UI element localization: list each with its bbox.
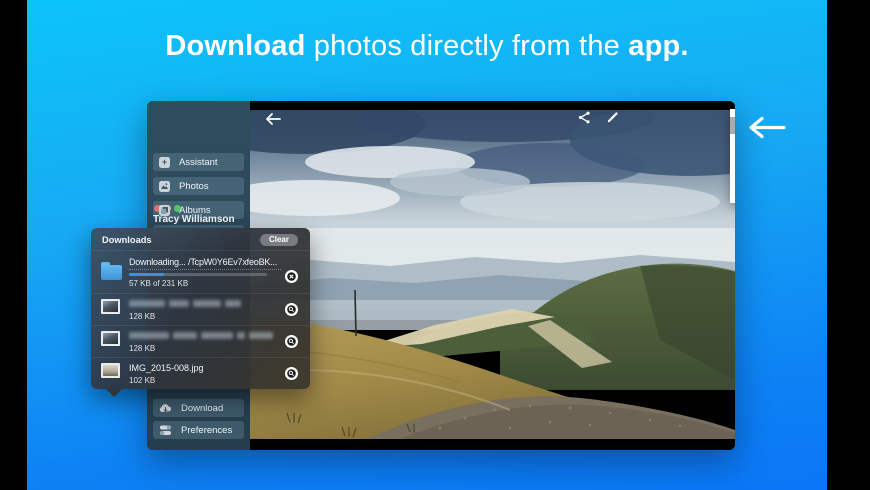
- reveal-in-finder-button[interactable]: [285, 335, 298, 348]
- title-regular: photos directly from the: [305, 30, 629, 62]
- cancel-x-icon: [287, 272, 296, 281]
- sidebar-item-assistant[interactable]: + Assistant: [153, 153, 244, 171]
- magnifier-icon: [287, 305, 296, 314]
- downloads-header: Downloads Clear: [91, 228, 310, 250]
- progress-fill: [129, 273, 164, 276]
- sidebar-item-label: Photos: [179, 180, 209, 192]
- menu-item-download[interactable]: Download: [730, 117, 735, 134]
- marketing-slide: Download photos directly from the app. T…: [0, 0, 870, 490]
- pointer-arrow-icon: [749, 116, 786, 139]
- sidebar-item-label: Preferences: [181, 424, 233, 436]
- photo-thumbnail: [101, 299, 120, 314]
- sidebar-item-albums[interactable]: Albums: [153, 201, 244, 219]
- photo-thumbnail: [101, 331, 120, 346]
- blurred-filename: [129, 332, 273, 339]
- cancel-download-button[interactable]: [285, 270, 298, 283]
- sidebar-item-label: Albums: [179, 204, 211, 216]
- albums-icon: [159, 204, 170, 216]
- magnifier-icon: [287, 369, 296, 378]
- download-filename: IMG_2015-008.jpg: [129, 363, 204, 373]
- popover-tail: [106, 389, 122, 397]
- magnifier-icon: [287, 337, 296, 346]
- download-size: 128 KB: [129, 312, 156, 321]
- downloads-popover: Downloads Clear Downloading... /TcpW0Y6E…: [91, 228, 310, 389]
- sidebar-item-preferences[interactable]: Preferences: [153, 421, 244, 439]
- download-size: 57 KB of 231 KB: [129, 279, 189, 288]
- folder-icon: [101, 262, 122, 280]
- blurred-filename: [129, 300, 241, 307]
- download-size: 128 KB: [129, 344, 156, 353]
- share-icon[interactable]: [578, 111, 591, 124]
- download-size: 102 KB: [129, 376, 156, 385]
- title-bold-download: Download: [165, 30, 306, 62]
- menu-item-rotate[interactable]: Rotate Shift+R: [730, 140, 735, 156]
- download-row: 128 KB: [91, 293, 310, 325]
- sidebar-item-download[interactable]: Download: [153, 399, 244, 417]
- page-title: Download photos directly from the app.: [27, 30, 827, 63]
- cloud-download-icon: [159, 404, 172, 413]
- downloads-title: Downloads: [102, 235, 152, 245]
- plus-icon: +: [159, 156, 170, 168]
- back-arrow-icon[interactable]: [264, 112, 282, 126]
- toggles-icon: [160, 424, 171, 435]
- sidebar-item-label: Assistant: [179, 156, 218, 168]
- reveal-in-finder-button[interactable]: [285, 303, 298, 316]
- menu-item-add-to-shared-album[interactable]: Add to shared album: [730, 184, 735, 200]
- download-filename: Downloading... /TcpW0Y6Ev7xfeoBK...: [129, 257, 281, 270]
- title-bold-app: app.: [628, 30, 689, 62]
- context-menu: Download Rotate Shift+R Add to album Add…: [730, 109, 735, 203]
- clear-button[interactable]: Clear: [259, 234, 298, 246]
- photo-thumbnail: [101, 363, 120, 378]
- progress-bar: [129, 273, 267, 276]
- download-row: IMG_2015-008.jpg 102 KB: [91, 357, 310, 389]
- menu-item-add-to-album[interactable]: Add to album: [730, 162, 735, 178]
- photos-icon: [159, 180, 170, 192]
- photo-viewer: Download Rotate Shift+R Add to album Add…: [250, 101, 735, 450]
- download-row-active: Downloading... /TcpW0Y6Ev7xfeoBK... 57 K…: [91, 250, 310, 293]
- reveal-in-finder-button[interactable]: [285, 367, 298, 380]
- sidebar-item-photos[interactable]: Photos: [153, 177, 244, 195]
- sidebar-item-label: Download: [181, 402, 224, 414]
- landscape-photo: [250, 110, 735, 439]
- edit-pencil-icon[interactable]: [606, 111, 619, 124]
- download-row: 128 KB: [91, 325, 310, 357]
